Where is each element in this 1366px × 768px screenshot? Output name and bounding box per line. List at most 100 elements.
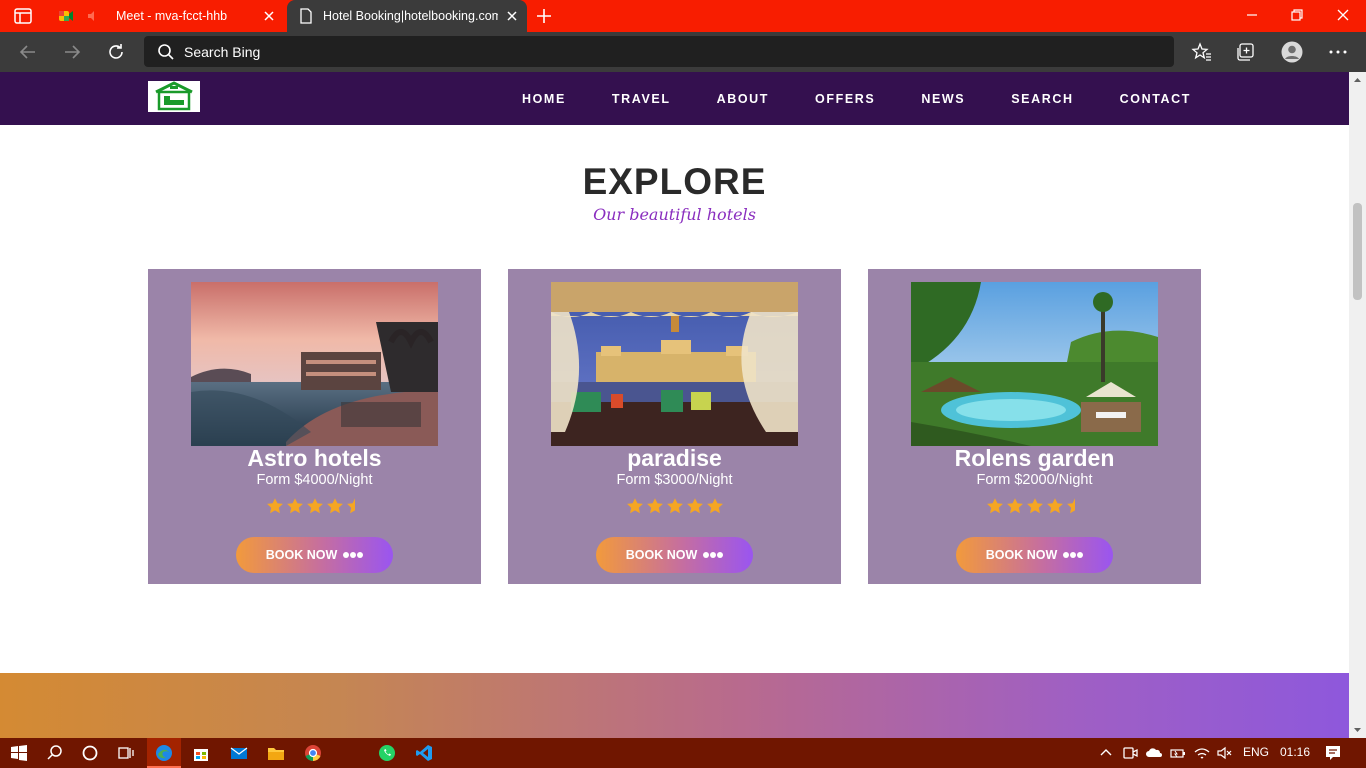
close-window-icon[interactable] xyxy=(1335,7,1351,23)
close-tab-icon[interactable] xyxy=(262,9,276,23)
muted-speaker-icon[interactable] xyxy=(86,9,100,23)
nav-contact[interactable]: CONTACT xyxy=(1120,92,1191,106)
favorites-icon[interactable] xyxy=(1191,41,1213,63)
tab-actions-icon[interactable] xyxy=(14,8,32,24)
nav-news[interactable]: NEWS xyxy=(921,92,965,106)
mail-icon[interactable] xyxy=(230,744,248,762)
page-viewport: HOME TRAVEL ABOUT OFFERS NEWS SEARCH CON… xyxy=(0,72,1349,738)
scroll-thumb[interactable] xyxy=(1353,203,1362,300)
star-icon xyxy=(706,498,723,514)
nav-search[interactable]: SEARCH xyxy=(1011,92,1073,106)
address-bar[interactable] xyxy=(144,36,1174,67)
next-section-banner xyxy=(0,673,1349,738)
notifications-icon[interactable] xyxy=(1324,744,1342,762)
collections-icon[interactable] xyxy=(1235,41,1257,63)
more-options-icon[interactable] xyxy=(1327,41,1349,63)
hotel-card: Rolens garden Form $2000/Night BOOK NOW xyxy=(868,269,1201,584)
volume-muted-icon[interactable] xyxy=(1216,744,1234,762)
tab-hotel-booking[interactable]: Hotel Booking|hotelbooking.com xyxy=(287,0,527,32)
star-icon xyxy=(626,498,643,514)
vscode-icon[interactable] xyxy=(415,744,433,762)
book-now-button[interactable]: BOOK NOW xyxy=(596,537,753,573)
main-nav: HOME TRAVEL ABOUT OFFERS NEWS SEARCH CON… xyxy=(476,72,1191,125)
star-rating xyxy=(148,497,481,515)
edge-browser-icon[interactable] xyxy=(155,744,173,762)
chrome-icon[interactable] xyxy=(304,744,322,762)
hotel-photo-astro[interactable] xyxy=(191,282,438,446)
search-icon[interactable] xyxy=(46,744,64,762)
file-explorer-icon[interactable] xyxy=(267,744,285,762)
star-icon xyxy=(986,498,1003,514)
book-now-label: BOOK NOW xyxy=(265,548,338,562)
star-rating xyxy=(868,497,1201,515)
book-now-button[interactable]: BOOK NOW xyxy=(236,537,393,573)
star-icon xyxy=(306,498,323,514)
task-view-icon[interactable] xyxy=(117,744,135,762)
book-now-label: BOOK NOW xyxy=(625,548,698,562)
search-icon xyxy=(158,44,174,60)
wifi-icon[interactable] xyxy=(1193,744,1211,762)
book-now-button[interactable]: BOOK NOW xyxy=(956,537,1113,573)
language-indicator[interactable]: ENG xyxy=(1243,745,1269,759)
nav-offers[interactable]: OFFERS xyxy=(815,92,875,106)
scroll-down-icon[interactable] xyxy=(1353,725,1362,734)
cortana-icon[interactable] xyxy=(81,744,99,762)
new-tab-icon[interactable] xyxy=(535,7,553,25)
browser-toolbar xyxy=(0,32,1366,72)
hotel-price: Form $2000/Night xyxy=(976,472,1093,488)
onedrive-icon[interactable] xyxy=(1145,744,1163,762)
refresh-icon[interactable] xyxy=(106,42,126,62)
book-now-label: BOOK NOW xyxy=(985,548,1058,562)
meet-now-icon[interactable] xyxy=(1121,744,1139,762)
windows-start-icon[interactable] xyxy=(10,744,28,762)
ellipsis-icon xyxy=(1062,552,1083,558)
nav-home[interactable]: HOME xyxy=(522,92,566,106)
nav-travel[interactable]: TRAVEL xyxy=(612,92,671,106)
star-icon xyxy=(666,498,683,514)
star-rating xyxy=(508,497,841,515)
star-icon xyxy=(286,498,303,514)
hotel-photo-paradise[interactable] xyxy=(551,282,798,446)
hotel-card: Astro hotels Form $4000/Night BOOK NOW xyxy=(148,269,481,584)
scroll-up-icon[interactable] xyxy=(1353,76,1362,85)
page-favicon-icon xyxy=(300,8,312,24)
minimize-icon[interactable] xyxy=(1244,7,1260,23)
restore-icon[interactable] xyxy=(1289,7,1305,23)
whatsapp-icon[interactable] xyxy=(378,744,396,762)
star-icon xyxy=(266,498,283,514)
back-icon[interactable] xyxy=(18,42,38,62)
store-icon[interactable] xyxy=(192,744,210,762)
hotel-photo-rolens-garden[interactable] xyxy=(911,282,1158,446)
ellipsis-icon xyxy=(342,552,363,558)
page-scrollbar[interactable] xyxy=(1349,72,1366,738)
tab-title: Meet - mva-fcct-hhb xyxy=(116,9,228,23)
half-star-icon xyxy=(1066,498,1075,514)
hotel-price: Form $3000/Night xyxy=(616,472,733,488)
star-icon xyxy=(1026,498,1043,514)
tab-meet[interactable]: Meet - mva-fcct-hhb xyxy=(50,0,284,32)
star-icon xyxy=(326,498,343,514)
hotel-logo[interactable] xyxy=(148,81,200,112)
battery-icon[interactable] xyxy=(1169,744,1187,762)
nav-about[interactable]: ABOUT xyxy=(717,92,769,106)
half-star-icon xyxy=(346,498,355,514)
hotel-card: paradise Form $3000/Night BOOK NOW xyxy=(508,269,841,584)
meet-favicon-icon xyxy=(59,11,73,21)
hotel-bed-logo-icon xyxy=(155,81,193,111)
explore-heading: EXPLORE xyxy=(582,161,767,202)
hotel-name: paradise xyxy=(627,445,722,471)
close-tab-icon[interactable] xyxy=(505,9,519,23)
forward-icon[interactable] xyxy=(62,42,82,62)
tab-title: Hotel Booking|hotelbooking.com xyxy=(323,9,498,23)
browser-tab-bar: Meet - mva-fcct-hhb Hotel Booking|hotelb… xyxy=(0,0,1366,32)
address-input[interactable] xyxy=(184,36,1144,67)
explore-subtitle: Our beautiful hotels xyxy=(593,205,756,224)
site-header: HOME TRAVEL ABOUT OFFERS NEWS SEARCH CON… xyxy=(0,72,1349,125)
star-icon xyxy=(646,498,663,514)
profile-avatar-icon[interactable] xyxy=(1281,41,1303,63)
hotel-name: Astro hotels xyxy=(247,445,382,471)
windows-taskbar: ENG 01:16 xyxy=(0,738,1366,768)
hotel-price: Form $4000/Night xyxy=(256,472,373,488)
clock-time[interactable]: 01:16 xyxy=(1280,745,1310,759)
chevron-up-icon[interactable] xyxy=(1097,744,1115,762)
